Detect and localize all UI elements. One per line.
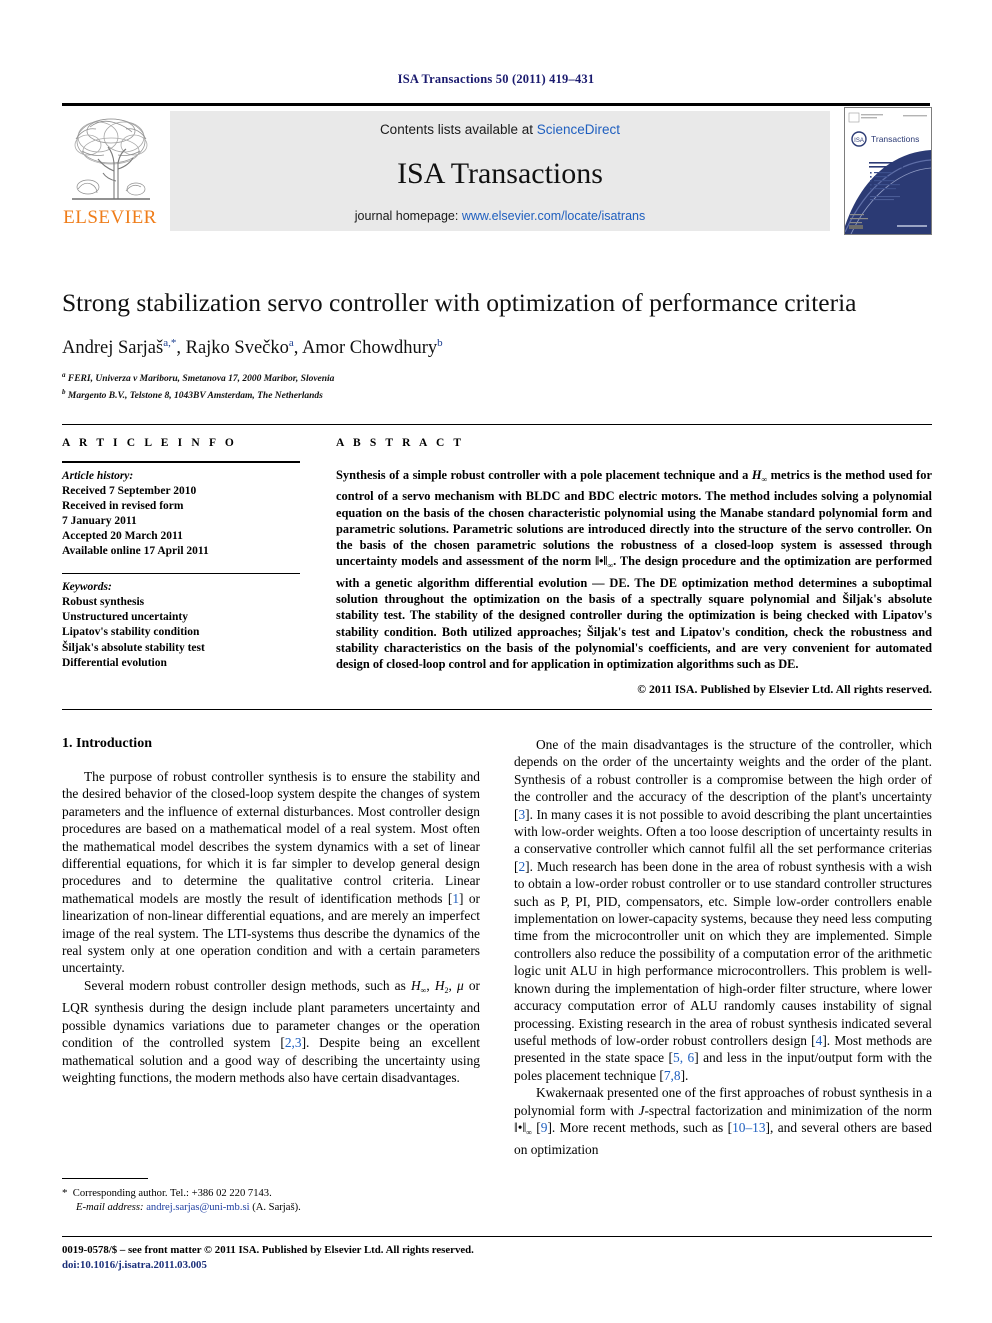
svg-text:Transactions: Transactions <box>871 134 919 144</box>
footnote-block: * Corresponding author. Tel.: +386 02 22… <box>62 1186 492 1215</box>
list-item: Šiljak's absolute stability test <box>62 641 205 654</box>
footer-block: 0019-0578/$ – see front matter © 2011 IS… <box>62 1243 662 1272</box>
body-column-left: 1. Introduction The purpose of robust co… <box>62 736 480 1086</box>
list-item: Differential evolution <box>62 656 167 669</box>
section-heading-introduction: 1. Introduction <box>62 736 152 751</box>
journal-homepage-link[interactable]: www.elsevier.com/locate/isatrans <box>462 209 645 223</box>
corresponding-author-note: * Corresponding author. Tel.: +386 02 22… <box>62 1187 272 1199</box>
issn-line: 0019-0578/$ – see front matter © 2011 IS… <box>62 1244 474 1256</box>
article-history-label: Article history: <box>62 469 134 482</box>
affiliations: a FERI, Univerza v Mariboru, Smetanova 1… <box>62 369 932 403</box>
paragraph: The purpose of robust controller synthes… <box>62 769 481 976</box>
journal-homepage-line: journal homepage: www.elsevier.com/locat… <box>170 209 830 223</box>
author-list: Andrej Sarjaša,*, Rajko Svečkoa, Amor Ch… <box>62 337 443 359</box>
doi-link[interactable]: doi:10.1016/j.isatra.2011.03.005 <box>62 1258 662 1273</box>
keywords-list: Robust synthesis Unstructured uncertainty… <box>62 595 300 671</box>
footer-rule <box>62 1236 932 1237</box>
email-note: E-mail address: andrej.sarjas@uni-mb.si … <box>62 1201 492 1215</box>
article-info-divider <box>62 461 300 463</box>
contents-panel: Contents lists available at ScienceDirec… <box>170 111 830 231</box>
affiliation-b-text: Margento B.V., Telstone 8, 1043BV Amster… <box>67 391 323 402</box>
footnote-rule <box>62 1178 148 1179</box>
abstract-heading: A B S T R A C T <box>336 437 465 449</box>
list-item: Received 7 September 2010 <box>62 484 197 497</box>
banner-top-rule <box>62 103 930 106</box>
homepage-prefix: journal homepage: <box>354 209 462 223</box>
email-author-suffix: (A. Sarjaš). <box>252 1202 301 1213</box>
email-label: E-mail address: <box>76 1202 144 1213</box>
affiliation-b: b Margento B.V., Telstone 8, 1043BV Amst… <box>62 388 323 402</box>
article-first-page: ISA Transactions 50 (2011) 419–431 ELSEV… <box>0 0 992 1323</box>
abstract-copyright: © 2011 ISA. Published by Elsevier Ltd. A… <box>637 681 932 696</box>
running-head: ISA Transactions 50 (2011) 419–431 <box>397 72 595 86</box>
contents-available-line: Contents lists available at ScienceDirec… <box>170 122 830 137</box>
elsevier-tree-icon <box>68 111 154 203</box>
panel-top-rule <box>62 424 932 425</box>
keywords-divider <box>62 572 300 575</box>
list-item: Lipatov's stability condition <box>62 626 200 639</box>
body-column-right: One of the main disadvantages is the str… <box>514 736 932 1159</box>
left-paragraphs: The purpose of robust controller synthes… <box>62 768 480 1086</box>
article-info-column: A R T I C L E I N F O Article history: R… <box>62 437 300 671</box>
article-history-list: Received 7 September 2010 Received in rev… <box>62 484 300 560</box>
journal-banner: ELSEVIER Contents lists available at Sci… <box>62 103 932 235</box>
paragraph: Kwakernaak presented one of the first ap… <box>514 1085 932 1158</box>
paragraph: One of the main disadvantages is the str… <box>514 737 932 1083</box>
affiliation-a: a FERI, Univerza v Mariboru, Smetanova 1… <box>62 371 335 385</box>
elsevier-logo: ELSEVIER <box>62 109 158 233</box>
affiliation-a-text: FERI, Univerza v Mariboru, Smetanova 17,… <box>67 374 335 385</box>
list-item: 7 January 2011 <box>62 514 137 527</box>
paragraph: Several modern robust controller design … <box>62 977 480 1085</box>
contents-prefix: Contents lists available at <box>379 122 537 137</box>
sciencedirect-link[interactable]: ScienceDirect <box>537 122 620 137</box>
keywords-label: Keywords: <box>62 581 112 594</box>
list-item: Robust synthesis <box>62 596 145 609</box>
panel-bottom-rule <box>62 709 932 710</box>
list-item: Received in revised form <box>62 499 184 512</box>
article-info-heading: A R T I C L E I N F O <box>62 437 237 449</box>
email-link[interactable]: andrej.sarjas@uni-mb.si <box>146 1202 249 1213</box>
page-title: Strong stabilization servo controller wi… <box>62 288 857 317</box>
list-item: Available online 17 April 2011 <box>62 545 209 558</box>
list-item: Accepted 20 March 2011 <box>62 530 183 543</box>
abstract-column: A B S T R A C T Synthesis of a simple ro… <box>336 437 932 697</box>
abstract-text: Synthesis of a simple robust controller … <box>336 468 932 672</box>
journal-title: ISA Transactions <box>397 157 603 190</box>
svg-text:ISA: ISA <box>854 138 864 144</box>
list-item: Unstructured uncertainty <box>62 611 188 624</box>
elsevier-wordmark: ELSEVIER <box>63 207 157 228</box>
journal-cover-thumbnail[interactable]: ISA Transactions <box>844 107 932 235</box>
right-paragraphs: One of the main disadvantages is the str… <box>514 736 932 1159</box>
